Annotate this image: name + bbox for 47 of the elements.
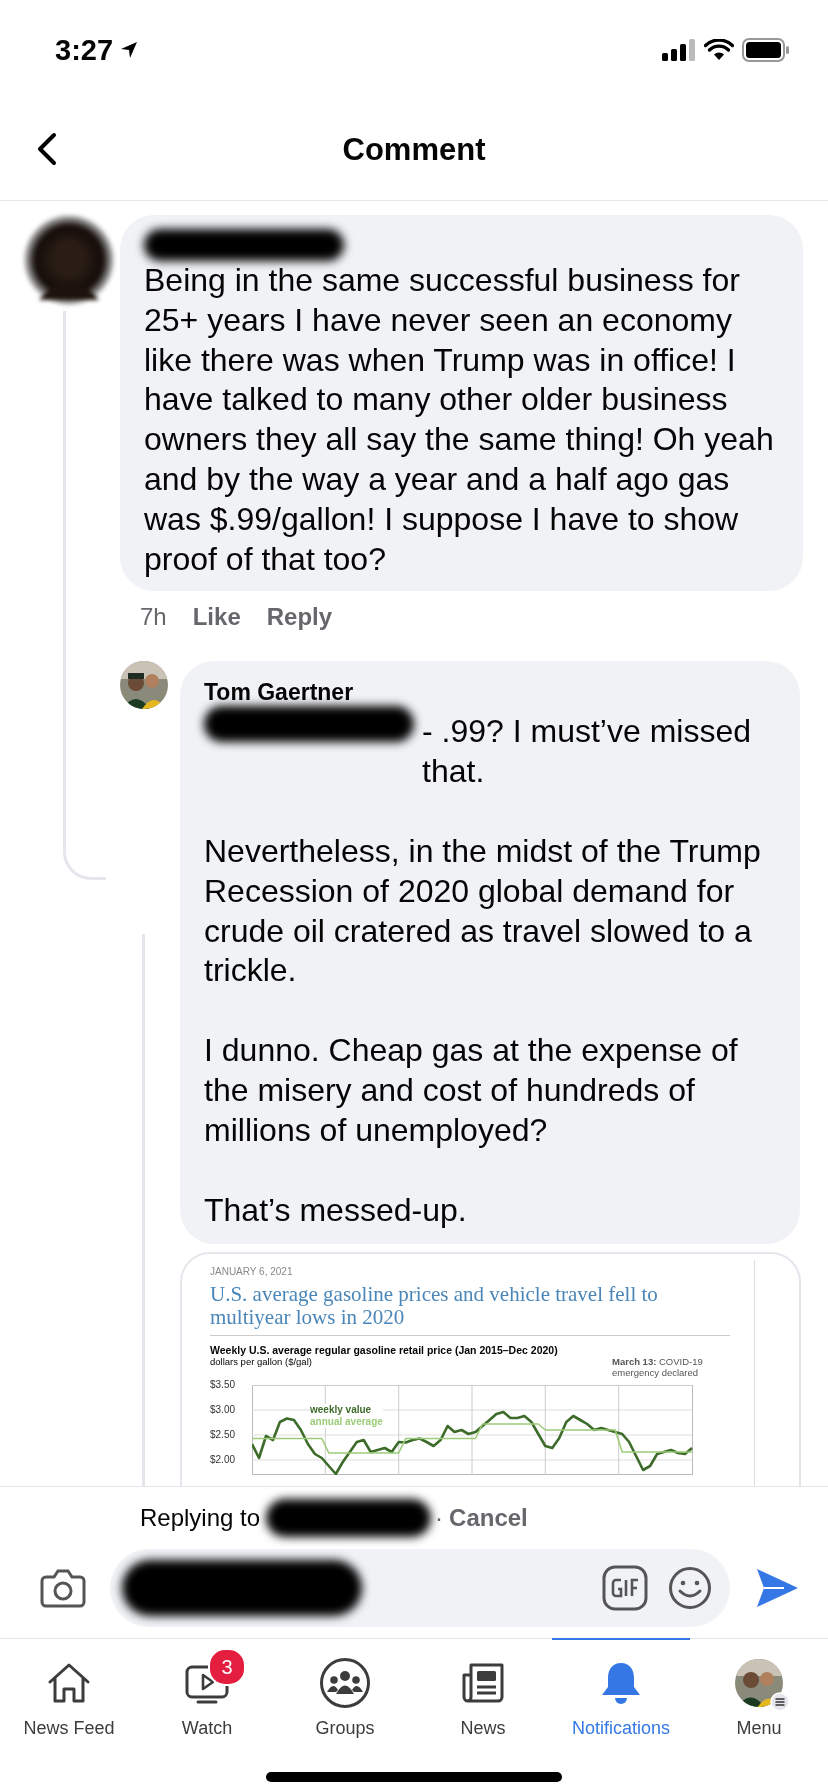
send-icon[interactable] — [754, 1567, 800, 1609]
comment-action-link[interactable]: Reply — [266, 603, 333, 632]
tab[interactable]: News — [414, 1636, 552, 1770]
gif-icon[interactable] — [602, 1565, 648, 1611]
emoji-icon[interactable] — [668, 1566, 712, 1610]
location-arrow-icon — [119, 40, 140, 60]
wifi-icon — [704, 39, 734, 61]
comment-text: I dunno. Cheap gas at the expense of the misery and cost of hundreds of millions of unemployed? — [204, 1031, 739, 1150]
chart-title: Weekly U.S. average regular gasoline retail price (Jan 2015–Dec 2020) — [210, 1344, 558, 1357]
separator-dot: · — [435, 1504, 444, 1532]
tab[interactable]: Groups — [276, 1636, 414, 1770]
signal-icon — [662, 39, 696, 61]
axis-label: $2.00 — [210, 1453, 236, 1468]
camera-icon[interactable] — [40, 1568, 86, 1608]
notification-badge: 3 — [208, 1648, 246, 1686]
back-icon[interactable] — [36, 132, 58, 166]
chart-unit: dollars per gallon ($/gal) — [210, 1356, 312, 1368]
tab[interactable]: Menu — [690, 1636, 828, 1770]
newspaper-icon — [460, 1661, 506, 1705]
battery-icon — [742, 38, 790, 62]
tab[interactable]: Notifications — [552, 1636, 690, 1770]
comment-text: That’s messed-up. — [204, 1190, 468, 1230]
page-title: Comment — [342, 132, 486, 168]
image-attachment[interactable] — [180, 1252, 801, 1486]
axis-label: $2.50 — [210, 1428, 236, 1443]
status-time: 3:27 — [55, 33, 114, 67]
comment-time: 7h — [140, 603, 167, 632]
chart-annotation: March 13: COVID-19 emergency declared — [612, 1356, 704, 1379]
home-icon — [46, 1661, 92, 1705]
tab[interactable]: 3 Watch — [138, 1636, 276, 1770]
legend-label: annual average — [310, 1416, 383, 1429]
comment-text: - .99? I must’ve missed that. — [422, 712, 752, 792]
menu-icon — [770, 1692, 790, 1712]
comment-action-link[interactable]: Like — [192, 603, 241, 632]
tab[interactable]: News Feed — [0, 1636, 138, 1770]
article-date: JANUARY 6, 2021 — [210, 1266, 293, 1278]
article-title: U.S. average gasoline prices and vehicle travel fell to multiyear lows in 2020 — [210, 1283, 659, 1330]
axis-label: $3.00 — [210, 1403, 236, 1418]
cancel-link[interactable]: Cancel — [449, 1504, 528, 1532]
bell-icon — [599, 1660, 643, 1706]
replying-label: Replying to — [140, 1504, 261, 1532]
comment-text: Nevertheless, in the midst of the Trump Recession of 2020 global demand for crude oil cratered as travel slowed to a trickle. — [204, 831, 762, 991]
comment-author[interactable]: Tom Gaertner — [204, 679, 780, 707]
comment-text: Being in the same successful business for 25+ years I have never seen an economy like there was when Trump was in office! I have talked to many other older business owners they all say the same thing! Oh yeah and by the way a year and a half ago gas was $.99/gallon! I suppose I have to show proof of that too? — [144, 261, 775, 579]
groups-icon — [319, 1657, 371, 1709]
axis-label: $3.50 — [210, 1378, 236, 1393]
legend-label: weekly value — [310, 1404, 383, 1417]
